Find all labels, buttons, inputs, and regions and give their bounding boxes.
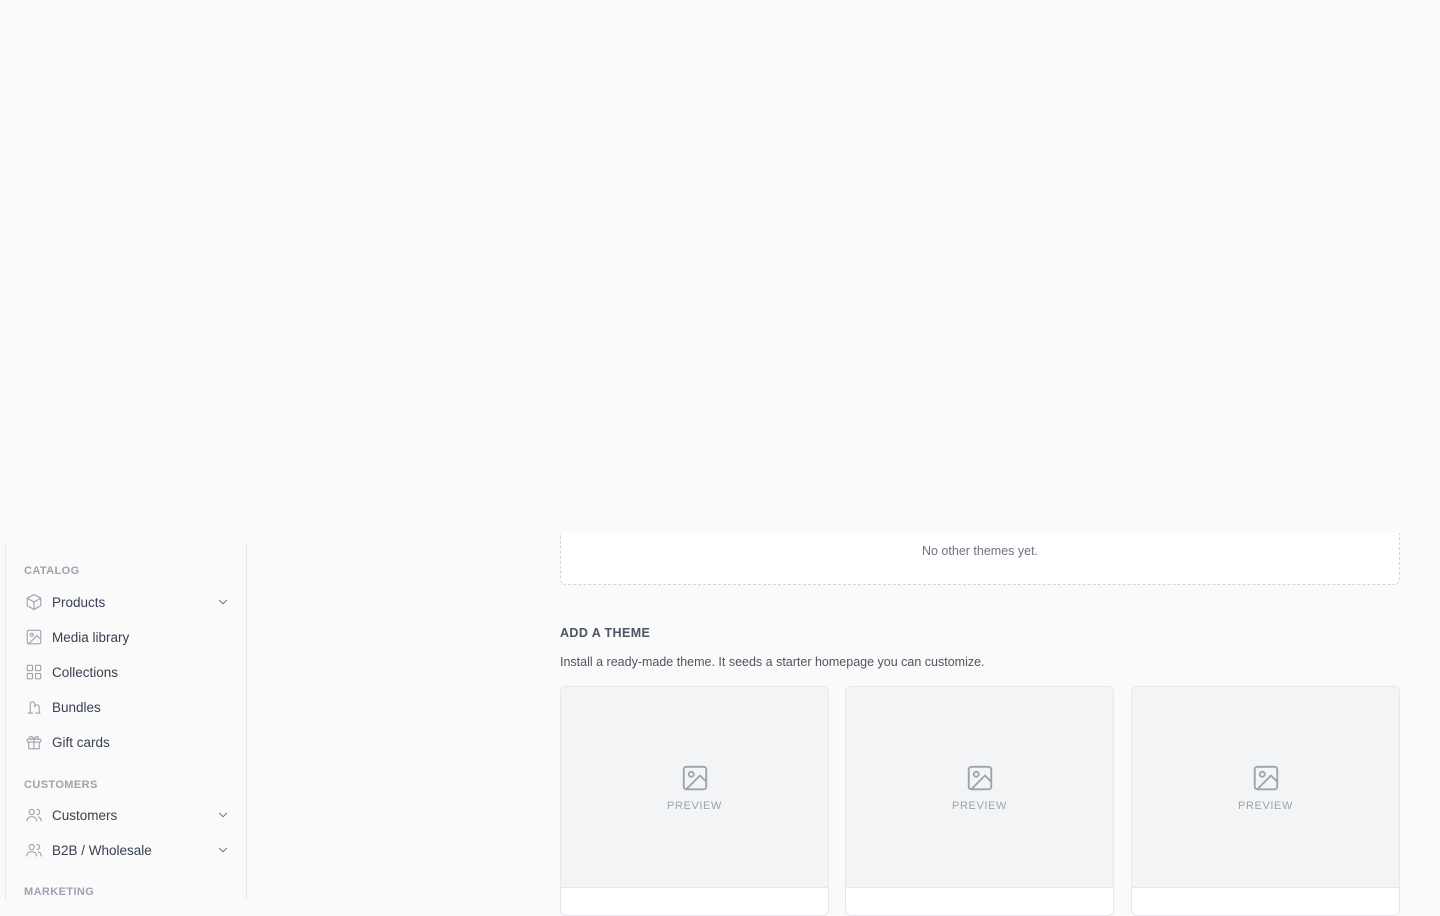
preview-label: PREVIEW — [1238, 799, 1293, 812]
blank-area — [0, 0, 1440, 543]
chevron-down-icon[interactable] — [216, 843, 230, 857]
image-icon — [967, 765, 992, 790]
sidebar-item-products[interactable]: Products — [16, 586, 238, 618]
theme-preview: PREVIEW — [1132, 687, 1399, 888]
empty-themes-box: No other themes yet. — [560, 533, 1400, 585]
chevron-down-icon[interactable] — [216, 595, 230, 609]
theme-card[interactable]: PREVIEW — [1131, 686, 1400, 916]
sidebar-item-gift-cards[interactable]: Gift cards — [16, 726, 238, 758]
bundle-icon — [25, 698, 43, 716]
image-icon — [25, 628, 43, 646]
sidebar-item-bundles[interactable]: Bundles — [16, 691, 238, 723]
theme-preview: PREVIEW — [846, 687, 1113, 888]
theme-preview: PREVIEW — [561, 687, 828, 888]
section-label-marketing: MARKETING — [24, 886, 95, 898]
image-icon — [1253, 765, 1278, 790]
empty-themes-text: No other themes yet. — [921, 544, 1039, 558]
sidebar-item-label: Gift cards — [52, 734, 110, 750]
theme-card[interactable]: PREVIEW — [560, 686, 829, 916]
gift-icon — [25, 733, 43, 751]
add-theme-description: Install a ready-made theme. It seeds a s… — [560, 655, 985, 669]
sidebar-item-label: Media library — [52, 629, 130, 645]
theme-card[interactable]: PREVIEW — [845, 686, 1114, 916]
chevron-down-icon[interactable] — [216, 808, 230, 822]
sidebar-item-b2b-wholesale[interactable]: B2B / Wholesale — [16, 834, 238, 866]
sidebar-item-media-library[interactable]: Media library — [16, 621, 238, 653]
users-icon — [25, 806, 43, 824]
add-theme-heading: ADD A THEME — [560, 626, 651, 640]
sidebar-item-label: Collections — [52, 664, 119, 680]
sidebar-item-label: Products — [52, 594, 106, 610]
sidebar-item-customers[interactable]: Customers — [16, 799, 238, 831]
main-content: No other themes yet. ADD A THEME Install… — [248, 533, 1440, 916]
box-icon — [25, 593, 43, 611]
sidebar-item-label: B2B / Wholesale — [52, 842, 152, 858]
sidebar-item-label: Customers — [52, 807, 118, 823]
image-icon — [682, 765, 707, 790]
sidebar: CATALOG Products Media library Collectio… — [5, 543, 247, 900]
users-icon — [25, 841, 43, 859]
preview-label: PREVIEW — [952, 799, 1007, 812]
sidebar-item-label: Bundles — [52, 699, 101, 715]
grid-icon — [25, 663, 43, 681]
preview-label: PREVIEW — [667, 799, 722, 812]
section-label-catalog: CATALOG — [24, 565, 80, 577]
section-label-customers: CUSTOMERS — [24, 779, 98, 791]
sidebar-item-collections[interactable]: Collections — [16, 656, 238, 688]
